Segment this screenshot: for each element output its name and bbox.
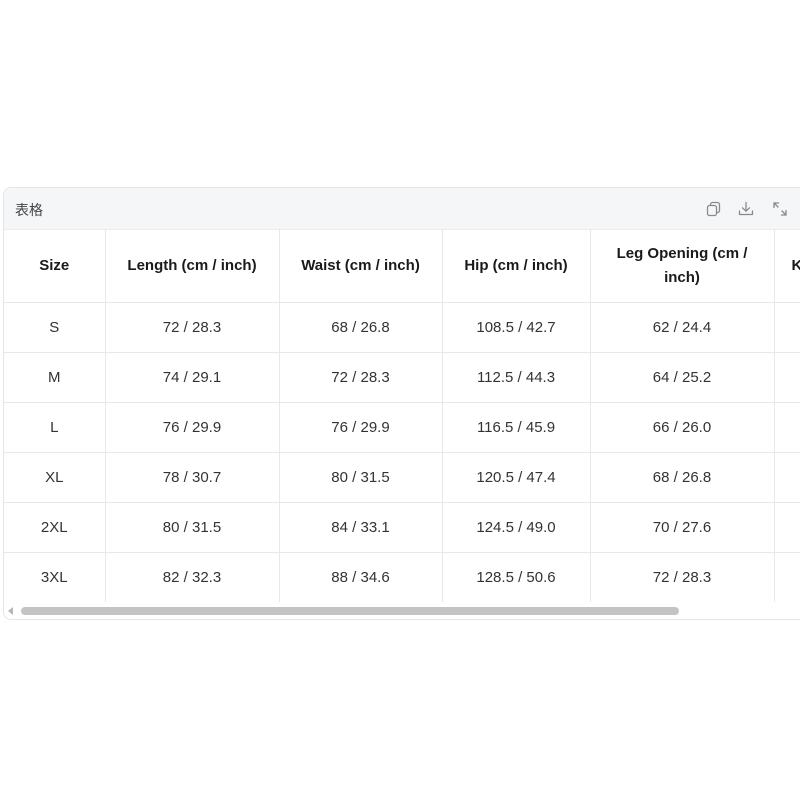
expand-icon[interactable] — [771, 200, 789, 218]
table-cell: 66 / 26.0 — [590, 402, 775, 453]
table-cell: 108.5 / 42.7 — [442, 302, 591, 353]
card-title: 表格 — [15, 203, 43, 219]
table-cell: 124.5 / 49.0 — [442, 502, 591, 553]
table-cell: 2XL — [4, 502, 106, 553]
table-row: L 76 / 29.9 76 / 29.9 116.5 / 45.9 66 / … — [4, 402, 800, 453]
column-header: Length (cm / inch) — [105, 229, 280, 303]
horizontal-scrollbar[interactable] — [4, 603, 800, 619]
table-cell — [774, 352, 800, 403]
table-cell: M — [4, 352, 106, 403]
table-cell — [774, 552, 800, 602]
card-header: 表格 — [4, 188, 800, 230]
table-cell: 80 / 31.5 — [279, 452, 443, 503]
table-cell: 3XL — [4, 552, 106, 602]
table-cell — [774, 302, 800, 353]
table-cell: 72 / 28.3 — [279, 352, 443, 403]
column-header: Waist (cm / inch) — [279, 229, 443, 303]
table-cell: 68 / 26.8 — [279, 302, 443, 353]
table-cell: 82 / 32.3 — [105, 552, 280, 602]
table-row: 2XL 80 / 31.5 84 / 33.1 124.5 / 49.0 70 … — [4, 502, 800, 553]
column-header: Hip (cm / inch) — [442, 229, 591, 303]
table-cell: 62 / 24.4 — [590, 302, 775, 353]
column-header: Leg Opening (cm / inch) — [590, 229, 775, 303]
copy-icon[interactable] — [705, 200, 723, 218]
table-cell: S — [4, 302, 106, 353]
table-cell: 128.5 / 50.6 — [442, 552, 591, 602]
table-row: M 74 / 29.1 72 / 28.3 112.5 / 44.3 64 / … — [4, 352, 800, 403]
table-cell: 72 / 28.3 — [105, 302, 280, 353]
table-cell: 84 / 33.1 — [279, 502, 443, 553]
table-cell — [774, 452, 800, 503]
table-cell: 80 / 31.5 — [105, 502, 280, 553]
table-cell: 72 / 28.3 — [590, 552, 775, 602]
column-header: Size — [4, 229, 106, 303]
table-row: 3XL 82 / 32.3 88 / 34.6 128.5 / 50.6 72 … — [4, 552, 800, 602]
scroll-left-arrow-icon[interactable] — [8, 607, 13, 615]
table-cell: 68 / 26.8 — [590, 452, 775, 503]
table-cell: 70 / 27.6 — [590, 502, 775, 553]
table-row: S 72 / 28.3 68 / 26.8 108.5 / 42.7 62 / … — [4, 302, 800, 353]
table-cell — [774, 402, 800, 453]
table-cell: 112.5 / 44.3 — [442, 352, 591, 403]
table-cell: XL — [4, 452, 106, 503]
table-scroll-area[interactable]: Size Length (cm / inch) Waist (cm / inch… — [4, 229, 800, 603]
table-card: 表格 Size Length (cm / inch) Waist (cm / i… — [3, 187, 800, 620]
table-cell: 64 / 25.2 — [590, 352, 775, 403]
table-header-row: Size Length (cm / inch) Waist (cm / inch… — [4, 229, 800, 303]
table-cell — [774, 502, 800, 553]
table-cell: 116.5 / 45.9 — [442, 402, 591, 453]
size-table: Size Length (cm / inch) Waist (cm / inch… — [4, 229, 800, 602]
table-cell: 120.5 / 47.4 — [442, 452, 591, 503]
table-cell: 76 / 29.9 — [105, 402, 280, 453]
table-row: XL 78 / 30.7 80 / 31.5 120.5 / 47.4 68 /… — [4, 452, 800, 503]
table-cell: 76 / 29.9 — [279, 402, 443, 453]
column-header: K — [774, 229, 800, 303]
table-cell: 78 / 30.7 — [105, 452, 280, 503]
scroll-thumb[interactable] — [21, 607, 679, 615]
download-icon[interactable] — [737, 200, 755, 218]
table-cell: 74 / 29.1 — [105, 352, 280, 403]
table-cell: L — [4, 402, 106, 453]
table-cell: 88 / 34.6 — [279, 552, 443, 602]
